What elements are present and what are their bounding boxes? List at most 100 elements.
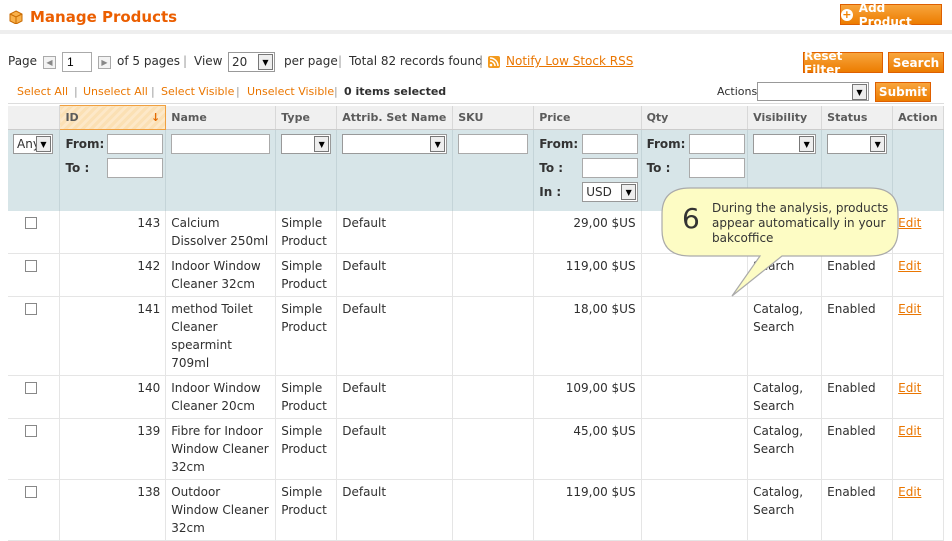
cell: 140 xyxy=(59,375,167,419)
col-qty[interactable]: Qty xyxy=(641,105,749,130)
cell-action[interactable]: Edit xyxy=(898,216,921,230)
cell-id: 143 xyxy=(137,215,161,230)
id-to-input[interactable] xyxy=(107,158,164,178)
massaction-filter-select[interactable]: Any ▼ xyxy=(13,134,53,154)
page-title: Manage Products xyxy=(30,8,178,26)
next-page-icon[interactable]: ▶ xyxy=(98,56,111,69)
col-price[interactable]: Price xyxy=(533,105,642,130)
col-name[interactable]: Name xyxy=(165,105,277,130)
per-page-select[interactable]: 20 ▼ xyxy=(228,52,275,72)
rss-icon xyxy=(488,56,500,68)
cell: Default xyxy=(336,296,454,376)
cell: Indoor Window Cleaner 32cm xyxy=(165,253,277,297)
cell-type: Simple Product xyxy=(281,484,327,517)
cell-price: 29,00 $US xyxy=(573,215,636,230)
row-checkbox[interactable] xyxy=(25,216,37,229)
select-visible-link[interactable]: Select Visible xyxy=(161,85,234,98)
cell: Catalog, Search xyxy=(747,418,823,480)
actions-select[interactable]: ▼ xyxy=(757,82,869,101)
cell: 18,00 $US xyxy=(533,296,642,376)
qty-to-input[interactable] xyxy=(688,158,745,178)
table-row: 141 method Toilet Cleaner spearmint 709ml… xyxy=(8,296,944,376)
cell: 141 xyxy=(59,296,167,376)
cell: 29,00 $US xyxy=(533,210,642,254)
type-filter-select[interactable]: ▼ xyxy=(281,134,332,154)
col-massaction xyxy=(8,105,61,130)
cell: 138 xyxy=(59,479,167,541)
chevron-down-icon: ▼ xyxy=(36,136,51,152)
col-type[interactable]: Type xyxy=(275,105,338,130)
name-filter-input[interactable] xyxy=(171,134,271,154)
page-header: Manage Products + Add Product xyxy=(0,0,952,34)
of-pages-label: of 5 pages xyxy=(117,54,181,68)
cell: Enabled xyxy=(821,418,894,480)
row-checkbox[interactable] xyxy=(25,259,37,272)
cell: Simple Product xyxy=(275,210,338,254)
page-input[interactable] xyxy=(62,52,92,72)
submit-button[interactable]: Submit xyxy=(875,82,931,102)
cell xyxy=(452,210,535,254)
select-all-link[interactable]: Select All xyxy=(17,85,68,98)
cell xyxy=(8,253,61,297)
cell-visibility: Catalog, Search xyxy=(753,380,804,413)
cell: Fibre for Indoor Window Cleaner 32cm xyxy=(165,418,277,480)
cell-action[interactable]: Edit xyxy=(898,424,921,438)
cell: 45,00 $US xyxy=(533,418,642,480)
cell-action[interactable]: Edit xyxy=(898,302,921,316)
chevron-down-icon: ▼ xyxy=(621,184,637,200)
cell: Edit xyxy=(892,375,944,419)
cell-action[interactable]: Edit xyxy=(898,259,921,273)
cell-action[interactable]: Edit xyxy=(898,381,921,395)
reset-filter-button[interactable]: Reset Filter xyxy=(803,49,883,77)
table-row: 138 Outdoor Window Cleaner 32cm Simple Pro… xyxy=(8,479,944,541)
rss-link[interactable]: Notify Low Stock RSS xyxy=(506,54,633,68)
add-product-button[interactable]: + Add Product xyxy=(840,1,942,29)
cell-attrib: Default xyxy=(342,484,387,499)
cell-action[interactable]: Edit xyxy=(898,485,921,499)
cell-price: 119,00 $US xyxy=(565,258,636,273)
row-checkbox[interactable] xyxy=(25,302,37,315)
col-id[interactable]: ID ↓ xyxy=(59,105,167,130)
cell-status: Enabled xyxy=(827,423,876,438)
row-checkbox[interactable] xyxy=(25,424,37,437)
visibility-filter-select[interactable]: ▼ xyxy=(753,134,817,154)
per-page-value: 20 xyxy=(232,55,248,69)
cell xyxy=(641,296,749,376)
cell: 143 xyxy=(59,210,167,254)
currency-select[interactable]: USD ▼ xyxy=(582,182,639,202)
cell: Default xyxy=(336,375,454,419)
row-checkbox[interactable] xyxy=(25,381,37,394)
tooltip-callout: 6 During the analysis, products appear a… xyxy=(660,186,900,297)
chevron-down-icon: ▼ xyxy=(799,136,815,152)
cell xyxy=(452,418,535,480)
table-row: 139 Fibre for Indoor Window Cleaner 32cm S… xyxy=(8,418,944,480)
search-button[interactable]: Search xyxy=(888,52,944,73)
col-status[interactable]: Status xyxy=(821,105,894,130)
status-filter-select[interactable]: ▼ xyxy=(827,134,888,154)
cell-type: Simple Product xyxy=(281,380,327,413)
row-checkbox[interactable] xyxy=(25,485,37,498)
cell-price: 18,00 $US xyxy=(573,301,636,316)
cell: Simple Product xyxy=(275,296,338,376)
unselect-all-link[interactable]: Unselect All xyxy=(83,85,148,98)
col-attrib[interactable]: Attrib. Set Name xyxy=(336,105,454,130)
price-to-input[interactable] xyxy=(582,158,639,178)
massaction-bar: Select All | Unselect All | Select Visib… xyxy=(8,80,944,104)
sku-filter-input[interactable] xyxy=(458,134,529,154)
col-sku[interactable]: SKU xyxy=(452,105,535,130)
id-from-input[interactable] xyxy=(107,134,164,154)
view-label: View xyxy=(194,54,223,68)
chevron-down-icon: ▼ xyxy=(314,136,330,152)
unselect-visible-link[interactable]: Unselect Visible xyxy=(247,85,334,98)
cell: 119,00 $US xyxy=(533,479,642,541)
attrib-filter-select[interactable]: ▼ xyxy=(342,134,448,154)
price-from-input[interactable] xyxy=(582,134,639,154)
prev-page-icon[interactable]: ◀ xyxy=(43,56,56,69)
cell: 119,00 $US xyxy=(533,253,642,297)
cell xyxy=(452,296,535,376)
box-icon xyxy=(9,10,23,24)
col-visibility[interactable]: Visibility xyxy=(747,105,823,130)
qty-from-input[interactable] xyxy=(688,134,745,154)
cell xyxy=(8,418,61,480)
chevron-down-icon: ▼ xyxy=(870,136,886,152)
